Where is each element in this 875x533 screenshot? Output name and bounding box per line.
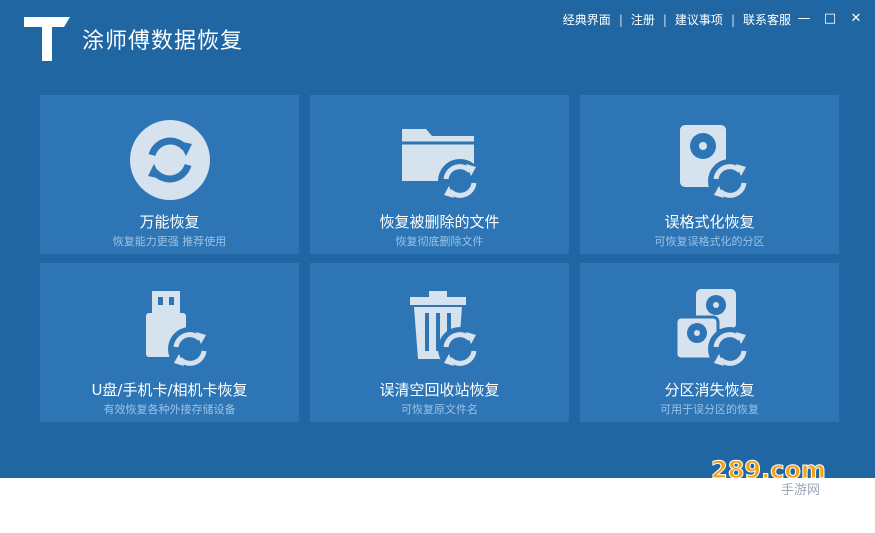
partition-recovery-icon <box>674 289 752 371</box>
deleted-files-recovery-icon <box>401 129 482 203</box>
recycle-bin-recovery-icon <box>409 291 482 371</box>
menu-separator: | <box>618 12 623 27</box>
menu-contact-support[interactable]: 联系客服 <box>743 11 791 28</box>
site-watermark: 289.com 手游网 <box>711 456 827 497</box>
window-controls: — □ ✕ <box>797 9 863 27</box>
card-subtitle: 可恢复误格式化的分区 <box>654 235 765 248</box>
app-title: 涂师傅数据恢复 <box>82 29 244 54</box>
app-logo <box>24 17 70 61</box>
card-subtitle: 可用于误分区的恢复 <box>660 403 759 416</box>
menu-separator: | <box>730 12 735 27</box>
card-title: U盘/手机卡/相机卡恢复 <box>91 381 248 399</box>
universal-recovery-icon <box>129 120 210 200</box>
card-subtitle: 有效恢复各种外接存储设备 <box>103 403 236 416</box>
minimize-button[interactable]: — <box>797 9 811 27</box>
top-menu: 经典界面 | 注册 | 建议事项 | 联系客服 <box>563 11 791 28</box>
card-recycle-bin-recovery[interactable]: 误清空回收站恢复 可恢复原文件名 <box>310 263 569 422</box>
card-deleted-files-recovery[interactable]: 恢复被删除的文件 恢复彻底删除文件 <box>310 95 569 254</box>
menu-suggestions[interactable]: 建议事项 <box>675 11 723 28</box>
format-recovery-icon <box>679 125 752 203</box>
card-subtitle: 恢复能力更强 推荐使用 <box>112 235 227 248</box>
menu-register[interactable]: 注册 <box>631 11 655 28</box>
app-window: 涂师傅数据恢复 经典界面 | 注册 | 建议事项 | 联系客服 — □ ✕ 万能… <box>0 0 875 478</box>
card-title: 误格式化恢复 <box>664 213 755 231</box>
card-title: 万能恢复 <box>139 213 200 231</box>
card-format-recovery[interactable]: 误格式化恢复 可恢复误格式化的分区 <box>580 95 839 254</box>
watermark-text: 289.com <box>711 456 826 484</box>
card-subtitle: 可恢复原文件名 <box>401 403 478 416</box>
card-title: 分区消失恢复 <box>664 381 755 399</box>
recovery-options-grid: 万能恢复 恢复能力更强 推荐使用 恢复被删除的文件 恢复彻底删除文件 误格式化恢… <box>40 95 840 422</box>
watermark-subtext: 手游网 <box>781 483 820 496</box>
card-universal-recovery[interactable]: 万能恢复 恢复能力更强 推荐使用 <box>40 95 299 254</box>
maximize-button[interactable]: □ <box>823 9 837 27</box>
menu-classic-view[interactable]: 经典界面 <box>563 11 611 28</box>
card-usb-recovery[interactable]: U盘/手机卡/相机卡恢复 有效恢复各种外接存储设备 <box>40 263 299 422</box>
card-title: 误清空回收站恢复 <box>379 381 500 399</box>
card-partition-recovery[interactable]: 分区消失恢复 可用于误分区的恢复 <box>580 263 839 422</box>
card-title: 恢复被删除的文件 <box>379 213 500 231</box>
menu-separator: | <box>662 12 667 27</box>
close-button[interactable]: ✕ <box>849 9 863 27</box>
usb-recovery-icon <box>145 291 212 371</box>
card-subtitle: 恢复彻底删除文件 <box>395 235 484 248</box>
